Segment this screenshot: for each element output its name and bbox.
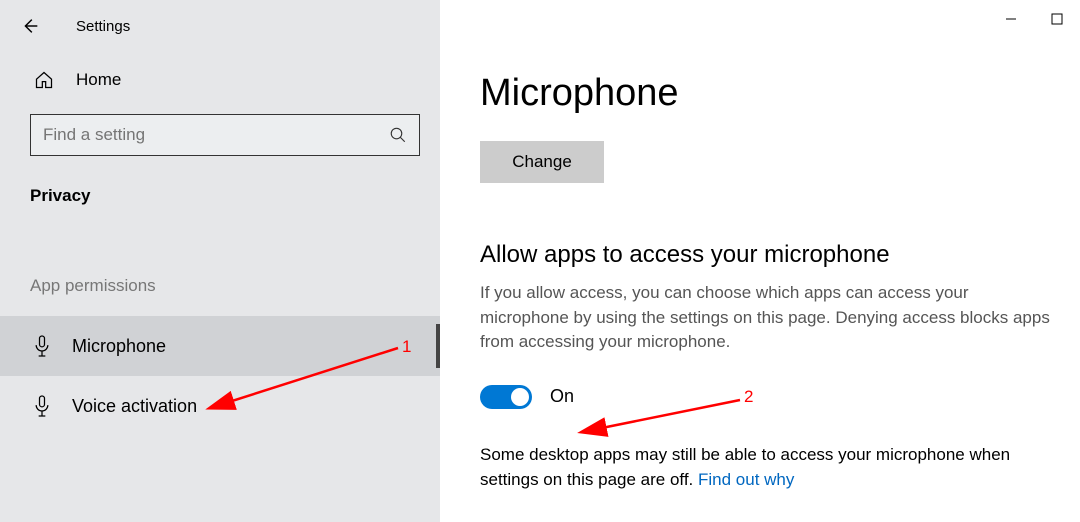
home-label: Home — [76, 70, 121, 90]
window-controls — [988, 4, 1080, 34]
app-title: Settings — [76, 18, 130, 35]
search-input[interactable] — [43, 125, 389, 145]
back-button[interactable] — [8, 12, 52, 40]
microphone-icon — [32, 394, 52, 418]
find-out-why-link[interactable]: Find out why — [698, 470, 794, 489]
subsection-app-permissions: App permissions — [0, 206, 440, 316]
maximize-icon — [1051, 13, 1063, 25]
page-title: Microphone — [480, 0, 1060, 115]
section-privacy: Privacy — [0, 156, 440, 206]
sidebar-item-label: Microphone — [72, 336, 166, 357]
toggle-state-label: On — [550, 386, 574, 407]
maximize-button[interactable] — [1034, 4, 1080, 34]
desktop-apps-note: Some desktop apps may still be able to a… — [480, 443, 1060, 492]
allow-apps-description: If you allow access, you can choose whic… — [480, 281, 1060, 355]
change-button[interactable]: Change — [480, 141, 604, 183]
minimize-button[interactable] — [988, 4, 1034, 34]
sidebar-item-label: Voice activation — [72, 396, 197, 417]
allow-apps-heading: Allow apps to access your microphone — [480, 241, 1060, 269]
content-pane: Microphone Change Allow apps to access y… — [440, 0, 1080, 522]
home-nav[interactable]: Home — [0, 46, 440, 114]
sidebar: Settings Home Privacy App permissions — [0, 0, 440, 522]
toggle-row: On — [480, 385, 1060, 409]
search-icon — [389, 126, 407, 144]
allow-apps-toggle[interactable] — [480, 385, 532, 409]
sidebar-item-voice-activation[interactable]: Voice activation — [0, 376, 440, 436]
sidebar-item-microphone[interactable]: Microphone — [0, 316, 440, 376]
arrow-left-icon — [19, 15, 41, 37]
titlebar: Settings — [0, 4, 440, 46]
home-icon — [34, 68, 54, 92]
minimize-icon — [1005, 13, 1017, 25]
toggle-knob — [511, 388, 529, 406]
microphone-icon — [32, 334, 52, 358]
search-box[interactable] — [30, 114, 420, 156]
